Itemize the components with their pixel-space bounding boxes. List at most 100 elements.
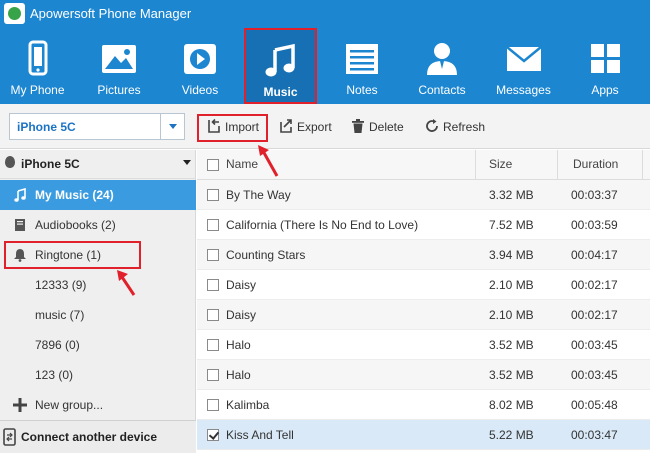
column-divider xyxy=(557,150,558,180)
column-header-size[interactable]: Size xyxy=(489,157,512,171)
sidebar-item-label: My Music (24) xyxy=(35,188,114,202)
notes-icon xyxy=(346,44,378,74)
nav-music[interactable]: Music xyxy=(244,28,317,104)
refresh-button[interactable]: Refresh xyxy=(424,116,492,138)
nav-videos[interactable]: Videos xyxy=(165,28,235,104)
song-name: Halo xyxy=(226,368,251,382)
song-duration: 00:03:37 xyxy=(571,188,618,202)
table-row[interactable]: Daisy 2.10 MB 00:02:17 xyxy=(197,270,650,300)
device-select[interactable]: iPhone 5C xyxy=(9,113,185,140)
song-name: Kalimba xyxy=(226,398,270,412)
apple-icon xyxy=(5,156,15,168)
sidebar-item-playlist-12333[interactable]: 12333 (9) xyxy=(0,270,196,300)
music-note-icon xyxy=(14,188,26,202)
row-checkbox[interactable] xyxy=(207,399,219,411)
nav-contacts[interactable]: Contacts xyxy=(408,28,476,104)
refresh-label: Refresh xyxy=(443,120,486,134)
app-title: Apowersoft Phone Manager xyxy=(30,6,192,21)
sidebar-item-label: Audiobooks (2) xyxy=(35,218,116,232)
caret-down-icon[interactable] xyxy=(183,160,191,165)
export-button[interactable]: Export xyxy=(278,116,338,138)
toolbar: iPhone 5C Import Export Delete Refresh xyxy=(0,104,650,149)
row-checkbox[interactable] xyxy=(207,309,219,321)
song-name: Daisy xyxy=(226,308,257,322)
nav-label: Notes xyxy=(346,83,378,97)
new-group-button[interactable]: New group... xyxy=(0,390,196,420)
song-duration: 00:05:48 xyxy=(571,398,618,412)
song-size: 5.22 MB xyxy=(489,428,534,442)
table-row[interactable]: California (There Is No End to Love) 7.5… xyxy=(197,210,650,240)
nav-label: My Phone xyxy=(10,83,65,97)
export-icon xyxy=(280,119,292,133)
sidebar-item-audiobooks[interactable]: Audiobooks (2) xyxy=(0,210,196,240)
song-name: Daisy xyxy=(226,278,257,292)
row-checkbox[interactable] xyxy=(207,249,219,261)
sidebar-item-label: 12333 (9) xyxy=(35,278,87,292)
connect-device-icon xyxy=(3,428,16,446)
refresh-icon xyxy=(426,119,438,132)
select-all-checkbox[interactable] xyxy=(207,159,219,171)
table-row[interactable]: Kiss And Tell 5.22 MB 00:03:47 xyxy=(197,420,650,450)
row-checkbox[interactable] xyxy=(207,279,219,291)
song-size: 7.52 MB xyxy=(489,218,534,232)
song-duration: 00:03:59 xyxy=(571,218,618,232)
connect-device-button[interactable]: Connect another device xyxy=(0,420,196,453)
sidebar-item-label: New group... xyxy=(35,398,104,412)
chevron-down-icon[interactable] xyxy=(160,114,184,139)
nav-label: Apps xyxy=(591,83,619,97)
row-checkbox[interactable] xyxy=(207,219,219,231)
table-row[interactable]: Counting Stars 3.94 MB 00:04:17 xyxy=(197,240,650,270)
sidebar-item-playlist-music[interactable]: music (7) xyxy=(0,300,196,330)
nav-pictures[interactable]: Pictures xyxy=(84,28,154,104)
song-size: 3.52 MB xyxy=(489,368,534,382)
row-checkbox[interactable] xyxy=(207,429,219,441)
song-name: Halo xyxy=(226,338,251,352)
column-header-duration[interactable]: Duration xyxy=(573,157,618,171)
nav-label: Messages xyxy=(496,83,551,97)
sidebar-item-playlist-7896[interactable]: 7896 (0) xyxy=(0,330,196,360)
delete-button[interactable]: Delete xyxy=(350,116,410,138)
song-duration: 00:04:17 xyxy=(571,248,618,262)
table-row[interactable]: Daisy 2.10 MB 00:02:17 xyxy=(197,300,650,330)
row-checkbox[interactable] xyxy=(207,369,219,381)
apps-grid-icon xyxy=(591,44,620,73)
trash-icon xyxy=(352,119,364,133)
column-divider xyxy=(642,150,643,180)
sidebar: iPhone 5C My Music (24) Audiobooks (2) R… xyxy=(0,150,196,453)
table-row[interactable]: Halo 3.52 MB 00:03:45 xyxy=(197,360,650,390)
title-bar: Apowersoft Phone Manager xyxy=(0,0,650,28)
song-name: Kiss And Tell xyxy=(226,428,294,442)
nav-my-phone[interactable]: My Phone xyxy=(0,28,75,104)
song-duration: 00:03:45 xyxy=(571,368,618,382)
table-row[interactable]: Kalimba 8.02 MB 00:05:48 xyxy=(197,390,650,420)
column-header-name[interactable]: Name xyxy=(226,157,258,171)
music-note-icon xyxy=(265,43,295,77)
nav-notes[interactable]: Notes xyxy=(328,28,396,104)
sidebar-item-label: music (7) xyxy=(35,308,85,322)
device-select-value: iPhone 5C xyxy=(17,120,76,134)
nav-label: Videos xyxy=(181,83,219,97)
phone-icon xyxy=(28,40,47,76)
nav-messages[interactable]: Messages xyxy=(487,28,560,104)
sidebar-item-playlist-123[interactable]: 123 (0) xyxy=(0,360,196,390)
export-label: Export xyxy=(297,120,332,134)
song-size: 3.52 MB xyxy=(489,338,534,352)
row-checkbox[interactable] xyxy=(207,339,219,351)
song-name: Counting Stars xyxy=(226,248,306,262)
book-icon xyxy=(15,219,25,231)
song-duration: 00:03:45 xyxy=(571,338,618,352)
table-row[interactable]: Halo 3.52 MB 00:03:45 xyxy=(197,330,650,360)
nav-apps[interactable]: Apps xyxy=(571,28,639,104)
song-size: 8.02 MB xyxy=(489,398,534,412)
ringtone-highlight-box xyxy=(4,241,141,269)
music-table: Name Size Duration By The Way 3.32 MB 00… xyxy=(197,150,650,453)
song-duration: 00:02:17 xyxy=(571,278,618,292)
sidebar-device-header[interactable]: iPhone 5C xyxy=(0,150,196,179)
song-duration: 00:03:47 xyxy=(571,428,618,442)
song-size: 3.32 MB xyxy=(489,188,534,202)
row-checkbox[interactable] xyxy=(207,189,219,201)
delete-label: Delete xyxy=(369,120,404,134)
sidebar-item-my-music[interactable]: My Music (24) xyxy=(0,180,196,210)
table-row[interactable]: By The Way 3.32 MB 00:03:37 xyxy=(197,180,650,210)
plus-icon xyxy=(13,398,27,412)
